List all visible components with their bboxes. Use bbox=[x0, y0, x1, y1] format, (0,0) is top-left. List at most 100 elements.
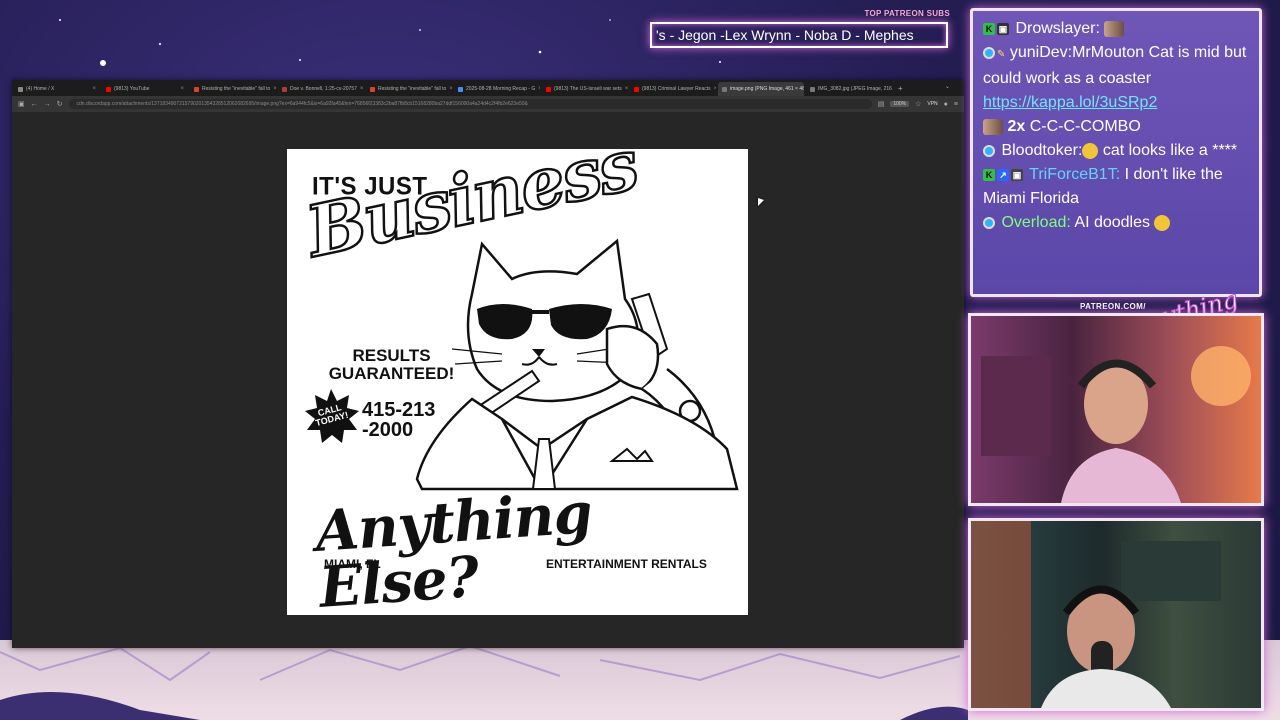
poster-service: ENTERTAINMENT RENTALS bbox=[546, 557, 707, 571]
tab-favicon-icon bbox=[194, 86, 199, 92]
tab-label: Doe v. Bonnell, 1:25-cv-20757 bbox=[290, 86, 357, 92]
tab-close-icon[interactable]: × bbox=[360, 86, 364, 92]
tab-close-icon[interactable]: × bbox=[449, 86, 452, 92]
browser-tab[interactable]: (9813) YouTube × bbox=[102, 82, 188, 96]
subscriber-badge-icon: ▣ bbox=[997, 22, 1009, 35]
tab-favicon-icon bbox=[458, 86, 463, 92]
tab-close-icon[interactable]: × bbox=[714, 86, 716, 92]
tab-favicon-icon bbox=[370, 86, 375, 92]
chat-link[interactable]: https://kappa.lol/3uSRp2 bbox=[983, 94, 1157, 111]
tab-label: image.png (PNG Image, 461 × 46 bbox=[730, 86, 804, 92]
subscriber-badge-icon: ▣ bbox=[1011, 168, 1023, 181]
reload-icon[interactable]: ↻ bbox=[57, 100, 63, 108]
verified-badge-icon bbox=[983, 144, 995, 157]
chat-text: cat looks like a **** bbox=[1098, 142, 1238, 159]
reader-view-icon[interactable]: ▤ bbox=[878, 100, 885, 108]
chat-text: AI doodles bbox=[1070, 214, 1150, 231]
tab-favicon-icon bbox=[634, 86, 639, 92]
webcam-host-1 bbox=[968, 313, 1264, 506]
verified-badge-icon bbox=[983, 46, 995, 59]
pen-badge-icon: ✎ bbox=[997, 49, 1006, 60]
browser-tab[interactable]: (9813) The US-Israeli war sets × bbox=[542, 82, 628, 96]
chat-username[interactable]: TriForceB1T: bbox=[1029, 166, 1120, 183]
menu-icon[interactable]: ≡ bbox=[954, 101, 958, 108]
tab-favicon-icon bbox=[18, 86, 23, 92]
tab-label: (9813) Criminal Lawyer Reacts bbox=[642, 86, 711, 92]
tab-bar: (4) Home / X × (9813) YouTube × Resisting th… bbox=[12, 80, 964, 96]
browser-window: (4) Home / X × (9813) YouTube × Resisting th… bbox=[12, 80, 964, 648]
phone-line-2: -2000 bbox=[362, 419, 414, 441]
call-today-badge: CALL TODAY! bbox=[303, 389, 359, 445]
browser-tab[interactable]: Doe v. Bonnell, 1:25-cv-20757 × bbox=[278, 82, 364, 96]
browser-toolbar: ▣ ← → ↻ cdn.discordapp.com/attachments/1… bbox=[12, 96, 964, 112]
chat-username[interactable]: yuniDev: bbox=[1010, 44, 1072, 61]
sidebar-toggle-icon[interactable]: ▣ bbox=[18, 100, 25, 108]
browser-tab[interactable]: Resisting the "inevitable" fall to × bbox=[366, 82, 452, 96]
chat-message: Overload: AI doodles bbox=[983, 211, 1249, 235]
combo-multiplier: 2x bbox=[1007, 118, 1026, 135]
phone-line-1: 415-213 bbox=[362, 399, 436, 421]
results-line-2: GUARANTEED! bbox=[328, 363, 455, 383]
page-viewport: IT'S JUST Business RESULTS GUARANTEED! C… bbox=[12, 112, 964, 648]
browser-tab[interactable]: image.png (PNG Image, 461 × 46× bbox=[718, 82, 804, 96]
webcam-host-2 bbox=[968, 518, 1264, 711]
tab-favicon-icon bbox=[546, 86, 551, 92]
browser-tab[interactable]: Resisting the "inevitable" fall to × bbox=[190, 82, 276, 96]
mouse-cursor-icon bbox=[758, 198, 764, 206]
chat-message: Bloodtoker: cat looks like a **** bbox=[983, 139, 1249, 163]
zoom-level[interactable]: 100% bbox=[890, 101, 910, 107]
tab-favicon-icon bbox=[810, 86, 815, 92]
vpn-button[interactable]: VPN bbox=[927, 101, 937, 107]
new-tab-icon[interactable]: + bbox=[894, 84, 907, 93]
bookmark-star-icon[interactable]: ☆ bbox=[915, 100, 921, 108]
browser-tab[interactable]: (4) Home / X × bbox=[14, 82, 100, 96]
chat-combo: 2x C-C-C-COMBO bbox=[983, 115, 1249, 139]
chat-username[interactable]: Drowslayer: bbox=[1015, 20, 1099, 37]
chat-username[interactable]: Bloodtoker: bbox=[1001, 142, 1082, 159]
emote-icon bbox=[1082, 142, 1099, 159]
tab-close-icon[interactable]: × bbox=[180, 86, 184, 92]
tab-close-icon[interactable]: × bbox=[273, 86, 276, 92]
tab-close-icon[interactable]: × bbox=[538, 86, 540, 92]
back-icon[interactable]: ← bbox=[31, 101, 38, 108]
poster-image: IT'S JUST Business RESULTS GUARANTEED! C… bbox=[287, 149, 748, 615]
results-line-1: RESULTS bbox=[352, 346, 431, 365]
tab-favicon-icon bbox=[106, 86, 111, 92]
tab-label: 2025-08-28 Morning Recap - G bbox=[466, 86, 536, 92]
poster-phone-number: 415-213 -2000 bbox=[362, 400, 435, 440]
emote-icon bbox=[1104, 20, 1125, 37]
share-badge-icon: ↗ bbox=[997, 168, 1009, 181]
tab-favicon-icon bbox=[722, 86, 727, 92]
chat-username[interactable]: Overload: bbox=[1001, 214, 1070, 231]
kick-badge-icon: K bbox=[983, 168, 995, 181]
tab-label: IMG_3082.jpg (JPEG Image, 2160 × bbox=[818, 86, 892, 92]
patreon-subs-ticker: 's - Jegon -Lex Wrynn - Noba D - Mephes bbox=[650, 22, 948, 48]
extension-icon[interactable]: ● bbox=[944, 101, 948, 108]
tab-close-icon[interactable]: × bbox=[625, 86, 628, 92]
kick-badge-icon: K bbox=[983, 22, 995, 35]
chat-message: ✎ yuniDev:MrMouton Cat is mid but could … bbox=[983, 41, 1249, 115]
tab-label: Resisting the "inevitable" fall to bbox=[378, 86, 447, 92]
tab-label: Resisting the "inevitable" fall to bbox=[202, 86, 271, 92]
tab-list-chevron-icon[interactable]: ⌄ bbox=[945, 83, 950, 90]
poster-results-text: RESULTS GUARANTEED! bbox=[319, 347, 464, 383]
browser-tab[interactable]: 2025-08-28 Morning Recap - G × bbox=[454, 82, 540, 96]
tab-label: (9813) YouTube bbox=[114, 86, 150, 92]
browser-tab[interactable]: IMG_3082.jpg (JPEG Image, 2160 ×× bbox=[806, 82, 892, 96]
chat-message: K ↗ ▣ TriForceB1T: I don't like the Miami … bbox=[983, 163, 1249, 211]
emote-icon bbox=[1154, 214, 1171, 231]
poster-city: MIAMI, FL bbox=[324, 557, 381, 571]
tab-label: (4) Home / X bbox=[26, 86, 55, 92]
tab-close-icon[interactable]: × bbox=[92, 86, 96, 92]
forward-icon[interactable]: → bbox=[44, 101, 51, 108]
top-patreon-subs-label: TOP PATREON SUBS bbox=[864, 9, 950, 18]
verified-badge-icon bbox=[983, 216, 995, 229]
chat-message: K ▣ Drowslayer: bbox=[983, 17, 1249, 41]
emote-icon bbox=[983, 118, 1003, 135]
browser-tab[interactable]: (9813) Criminal Lawyer Reacts × bbox=[630, 82, 716, 96]
tab-label: (9813) The US-Israeli war sets bbox=[554, 86, 622, 92]
chat-panel: K ▣ Drowslayer: ✎ yuniDev:MrMouton Cat is… bbox=[970, 8, 1262, 297]
combo-text: C-C-C-COMBO bbox=[1029, 118, 1141, 135]
address-bar[interactable]: cdn.discordapp.com/attachments/137183490… bbox=[68, 99, 872, 109]
tab-favicon-icon bbox=[282, 86, 287, 92]
